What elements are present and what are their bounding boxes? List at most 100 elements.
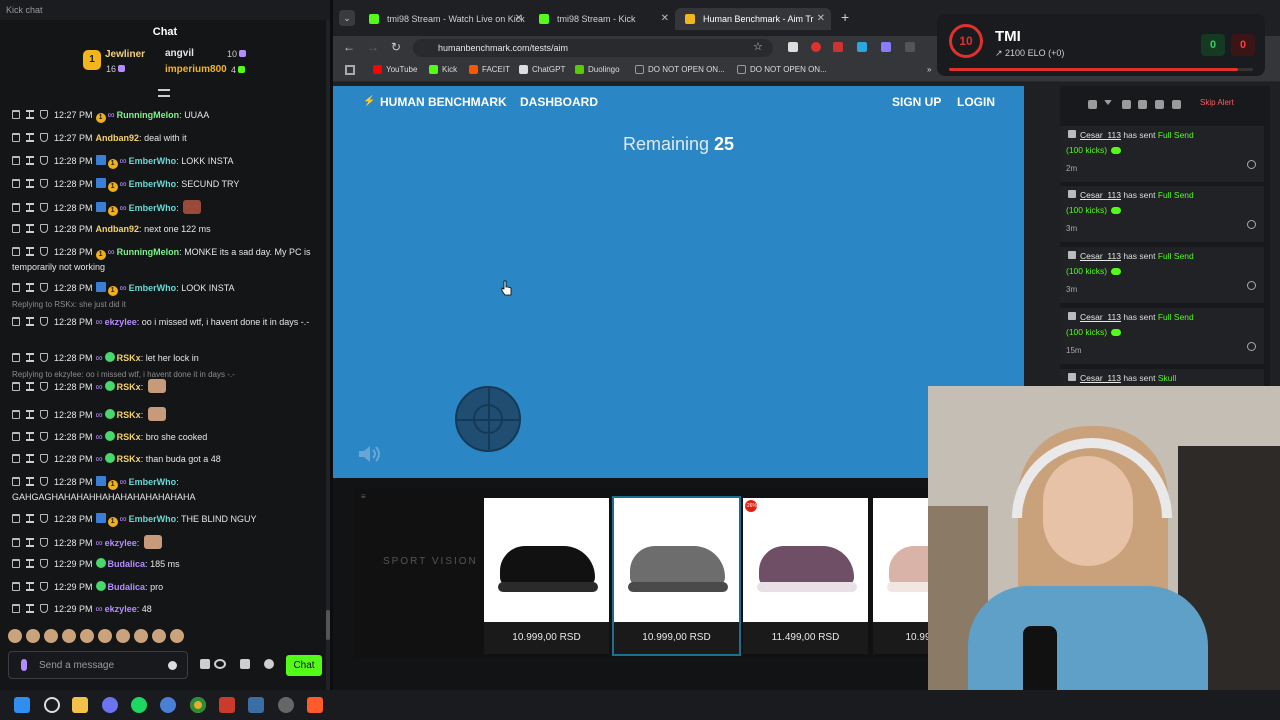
timeout-icon[interactable] — [26, 179, 34, 188]
ban-shield-icon[interactable] — [40, 538, 48, 547]
tab-kick-stream[interactable]: tmi98 Stream - Watch Live on Kick ✕ — [359, 8, 529, 30]
delete-icon[interactable] — [12, 538, 20, 547]
chat-scrollbar[interactable] — [326, 20, 330, 690]
ban-shield-icon[interactable] — [40, 156, 48, 165]
new-tab-button[interactable]: + — [833, 6, 849, 28]
nav-signup-link[interactable]: SIGN UP — [892, 95, 941, 109]
chat-input-box[interactable] — [8, 651, 188, 679]
message-username[interactable]: Andban92 — [96, 224, 140, 234]
emote-face-icon[interactable] — [26, 629, 40, 643]
replay-alert-icon[interactable] — [1247, 342, 1256, 351]
discord-icon[interactable] — [102, 697, 118, 713]
delete-icon[interactable] — [12, 604, 20, 613]
leader-name-2[interactable]: angvil — [165, 48, 194, 59]
delete-icon[interactable] — [12, 156, 20, 165]
reply-context[interactable]: Replying to RSKx: she just did it — [12, 300, 126, 309]
message-username[interactable]: EmberWho — [129, 283, 177, 293]
search-icon[interactable] — [44, 697, 60, 713]
ban-shield-icon[interactable] — [40, 283, 48, 292]
timeout-icon[interactable] — [26, 559, 34, 568]
extension-record-icon[interactable] — [811, 42, 821, 52]
emote-face-icon[interactable] — [8, 629, 22, 643]
spotify-icon[interactable] — [131, 697, 147, 713]
tab-search-chevron-icon[interactable]: ⌄ — [339, 10, 355, 26]
bookmark-folder-1[interactable]: DO NOT OPEN ON... — [635, 65, 725, 74]
timeout-icon[interactable] — [26, 203, 34, 212]
ban-shield-icon[interactable] — [40, 179, 48, 188]
emote-face-icon[interactable] — [152, 629, 166, 643]
ban-shield-icon[interactable] — [40, 353, 48, 362]
settings-gear-icon[interactable] — [264, 659, 274, 669]
volume-icon[interactable] — [1155, 100, 1164, 109]
timeout-icon[interactable] — [26, 283, 34, 292]
leaderboard-collapse-handle[interactable] — [158, 89, 170, 97]
delete-icon[interactable] — [12, 477, 20, 486]
message-username[interactable]: ekzylee — [105, 317, 137, 327]
brave-icon[interactable] — [307, 697, 323, 713]
delete-icon[interactable] — [12, 432, 20, 441]
message-username[interactable]: EmberWho — [129, 477, 177, 487]
delete-icon[interactable] — [12, 353, 20, 362]
ban-shield-icon[interactable] — [40, 514, 48, 523]
alert-username[interactable]: Cesar_113 — [1080, 251, 1121, 261]
bookmark-chatgpt[interactable]: ChatGPT — [519, 65, 565, 74]
forward-arrow-icon[interactable]: → — [367, 40, 379, 54]
timeout-icon[interactable] — [26, 133, 34, 142]
app-icon[interactable] — [160, 697, 176, 713]
ban-shield-icon[interactable] — [40, 410, 48, 419]
message-username[interactable]: Andban92 — [96, 133, 140, 143]
extension-icon[interactable] — [857, 42, 867, 52]
ban-shield-icon[interactable] — [40, 133, 48, 142]
url-field[interactable]: humanbenchmark.com/tests/aim — [413, 39, 773, 57]
extension-icon[interactable] — [833, 42, 843, 52]
timeout-icon[interactable] — [26, 317, 34, 326]
message-username[interactable]: Budalica — [108, 582, 146, 592]
ban-shield-icon[interactable] — [40, 110, 48, 119]
speaker-icon[interactable] — [357, 444, 385, 464]
timeout-icon[interactable] — [26, 432, 34, 441]
delete-icon[interactable] — [12, 317, 20, 326]
pause-icon[interactable] — [1138, 100, 1147, 109]
aim-target[interactable] — [455, 386, 521, 452]
shield-icon[interactable] — [1088, 100, 1097, 109]
timeout-icon[interactable] — [26, 604, 34, 613]
apps-grid-icon[interactable] — [345, 65, 355, 75]
tab-kick-dashboard[interactable]: tmi98 Stream - Kick Dashboard ✕ — [529, 8, 675, 30]
ban-shield-icon[interactable] — [40, 203, 48, 212]
obs-icon[interactable] — [278, 697, 294, 713]
delete-icon[interactable] — [12, 224, 20, 233]
timeout-icon[interactable] — [26, 477, 34, 486]
product-card-1[interactable]: 10.999,00 RSD — [484, 498, 609, 654]
ad-banner[interactable]: ≡ SPORT VISION 10.999,00 RSD 10.999,00 R… — [333, 478, 933, 690]
nav-login-link[interactable]: LOGIN — [957, 95, 995, 109]
ban-shield-icon[interactable] — [40, 224, 48, 233]
emote-face-icon[interactable] — [80, 629, 94, 643]
emote-face-icon[interactable] — [98, 629, 112, 643]
bolt-logo-icon[interactable]: ⚡ — [363, 96, 375, 107]
replay-alert-icon[interactable] — [1247, 160, 1256, 169]
delete-icon[interactable] — [12, 559, 20, 568]
emote-face-icon[interactable] — [116, 629, 130, 643]
sportvision-logo[interactable]: SPORT VISION — [383, 556, 478, 567]
reload-icon[interactable]: ↻ — [391, 40, 401, 54]
delete-icon[interactable] — [12, 179, 20, 188]
store-icon[interactable] — [240, 659, 250, 669]
message-username[interactable]: RSKx — [117, 382, 141, 392]
delete-icon[interactable] — [12, 283, 20, 292]
tab-human-benchmark[interactable]: Human Benchmark - Aim Tr ✕ — [675, 8, 831, 30]
message-username[interactable]: RSKx — [117, 410, 141, 420]
timeout-icon[interactable] — [26, 410, 34, 419]
timeout-icon[interactable] — [26, 247, 34, 256]
leader-name-1[interactable]: Jewliner — [105, 49, 145, 60]
delete-icon[interactable] — [12, 110, 20, 119]
bookmark-kick[interactable]: Kick — [429, 65, 457, 74]
back-arrow-icon[interactable]: ← — [343, 40, 355, 54]
alert-username[interactable]: Cesar_113 — [1080, 130, 1121, 140]
message-username[interactable]: Budalica — [108, 559, 146, 569]
close-tab-icon[interactable]: ✕ — [817, 8, 825, 30]
app-icon[interactable] — [219, 697, 235, 713]
message-username[interactable]: EmberWho — [129, 514, 177, 524]
timeout-icon[interactable] — [26, 110, 34, 119]
steam-icon[interactable] — [248, 697, 264, 713]
chrome-icon[interactable] — [190, 697, 206, 713]
